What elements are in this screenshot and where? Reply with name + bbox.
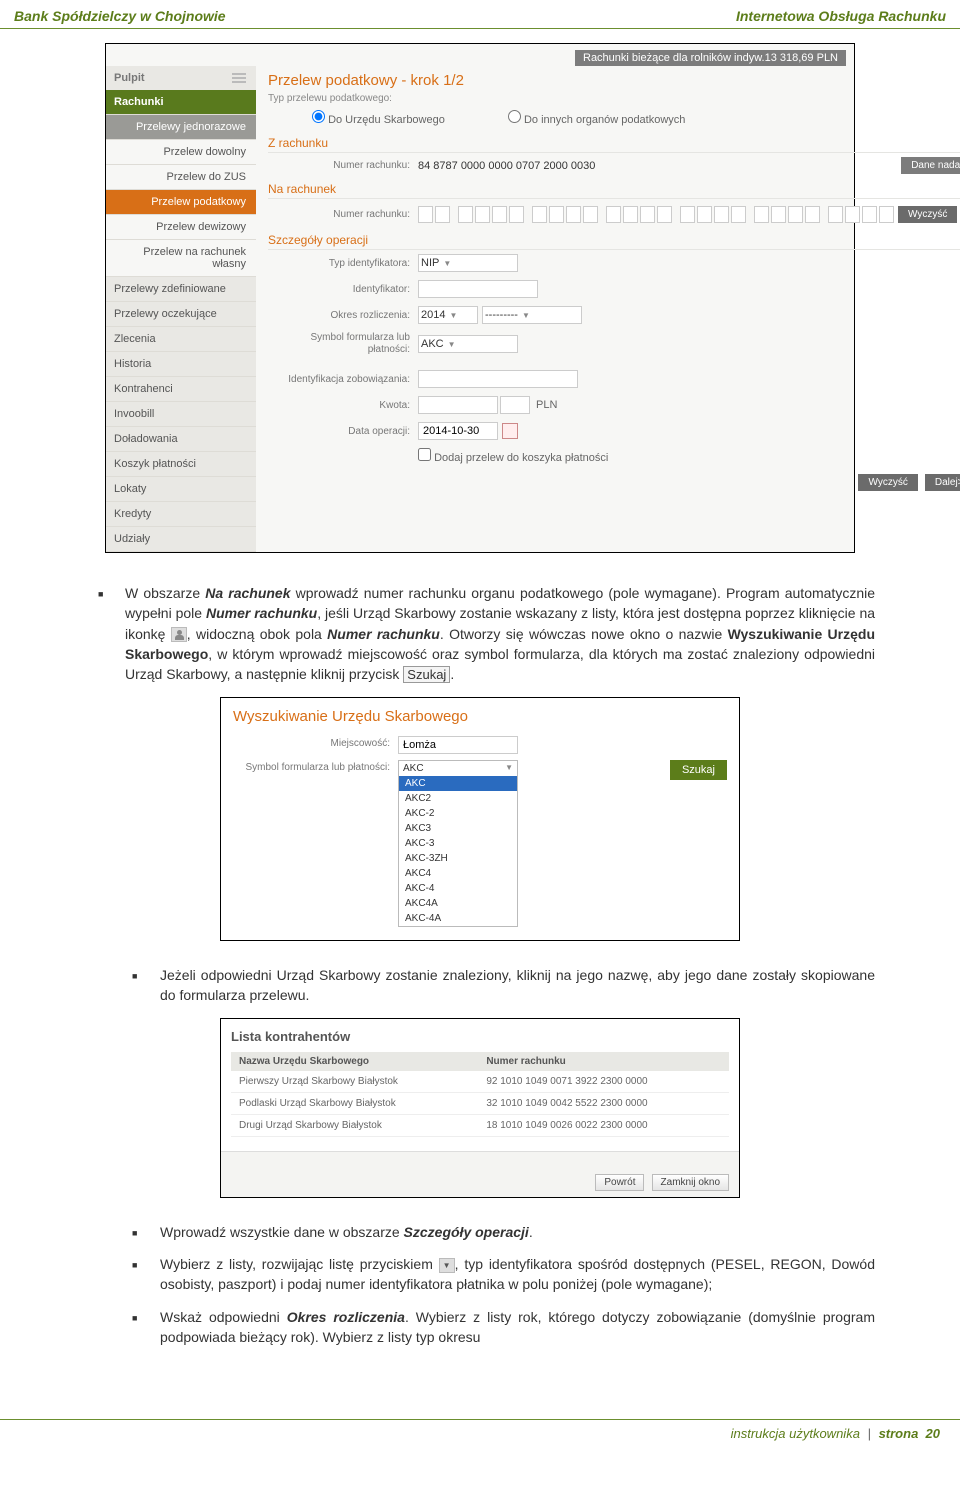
form-title: Przelew podatkowy - krok 1/2 xyxy=(268,72,960,89)
symbol-select[interactable]: AKC xyxy=(418,335,518,353)
numer-rachunku-value: 84 8787 0000 0000 0707 2000 0030 xyxy=(418,160,595,172)
powrot-button[interactable]: Powrót xyxy=(595,1174,644,1191)
instruction-paragraph-5: Wskaż odpowiedni Okres rozliczenia. Wybi… xyxy=(20,1307,940,1348)
header-right: Internetowa Obsługa Rachunku xyxy=(736,8,946,24)
okres-type-select[interactable]: --------- xyxy=(482,306,582,324)
dropdown-icon xyxy=(439,1258,455,1273)
sidebar-item-przelewy-jednorazowe[interactable]: Przelewy jednorazowe xyxy=(106,115,256,140)
typ-id-select[interactable]: NIP xyxy=(418,254,518,272)
person-icon xyxy=(171,627,187,642)
account-banner: Rachunki bieżące dla rolników indyw. 13 … xyxy=(575,50,846,66)
sidebar-pulpit[interactable]: Pulpit xyxy=(106,66,256,90)
dodaj-koszyk-checkbox[interactable]: Dodaj przelew do koszyka płatności xyxy=(418,448,608,464)
ss2-title: Wyszukiwanie Urzędu Skarbowego xyxy=(233,708,727,725)
z-rachunku-title: Z rachunku xyxy=(268,132,960,153)
numer-rachunku-label: Numer rachunku: xyxy=(268,160,418,171)
radio-inne-organy[interactable]: Do innych organów podatkowych xyxy=(508,114,686,126)
miejscowosc-input[interactable] xyxy=(398,736,518,754)
table-row[interactable]: Podlaski Urząd Skarbowy Białystok32 1010… xyxy=(231,1092,729,1114)
sidebar-item-przelew-zus[interactable]: Przelew do ZUS xyxy=(106,165,256,190)
instruction-paragraph-1: W obszarze Na rachunek wprowadź numer ra… xyxy=(20,583,940,685)
table-row[interactable]: Pierwszy Urząd Skarbowy Białystok92 1010… xyxy=(231,1071,729,1093)
wyczysc-form-button[interactable]: Wyczyść xyxy=(858,474,917,491)
kwota-input-2[interactable] xyxy=(500,396,530,414)
sidebar-item-koszyk[interactable]: Koszyk płatności xyxy=(106,452,256,477)
sidebar-item-przelew-dewizowy[interactable]: Przelew dewizowy xyxy=(106,215,256,240)
identyfikator-input[interactable] xyxy=(418,280,538,298)
screenshot-transfer-form: Rachunki bieżące dla rolników indyw. 13 … xyxy=(105,43,855,553)
sidebar-item-przelew-wlasny[interactable]: Przelew na rachunek własny xyxy=(106,240,256,277)
wyczysc-button[interactable]: Wyczyść xyxy=(898,206,957,223)
ss3-title: Lista kontrahentów xyxy=(231,1029,729,1052)
sidebar: Pulpit Rachunki Przelewy jednorazowe Prz… xyxy=(106,66,256,552)
calendar-icon[interactable] xyxy=(502,423,518,439)
page-footer: instrukcja użytkownika | strona 20 xyxy=(0,1419,960,1447)
sidebar-item-oczekujace[interactable]: Przelewy oczekujące xyxy=(106,302,256,327)
sidebar-item-zlecenia[interactable]: Zlecenia xyxy=(106,327,256,352)
na-rachunek-title: Na rachunek xyxy=(268,178,960,199)
sidebar-item-rachunki[interactable]: Rachunki xyxy=(106,90,256,115)
sidebar-item-przelew-dowolny[interactable]: Przelew dowolny xyxy=(106,140,256,165)
screenshot-contractor-list: Lista kontrahentów Nazwa Urzędu Skarbowe… xyxy=(220,1018,740,1198)
kwota-input[interactable] xyxy=(418,396,498,414)
dalej-button[interactable]: Dalej>> xyxy=(925,474,960,491)
typ-przelewu-label: Typ przelewu podatkowego: xyxy=(268,89,960,106)
symbol-dropdown[interactable]: AKC AKC AKC2 AKC-2 AKC3 AKC-3 AKC-3ZH AK… xyxy=(398,760,518,927)
data-input[interactable] xyxy=(418,422,498,440)
sidebar-item-kontrahenci[interactable]: Kontrahenci xyxy=(106,377,256,402)
sidebar-item-historia[interactable]: Historia xyxy=(106,352,256,377)
table-row[interactable]: Drugi Urząd Skarbowy Białystok18 1010 10… xyxy=(231,1114,729,1136)
zamknij-button[interactable]: Zamknij okno xyxy=(652,1174,729,1191)
radio-urzad-skarbowy[interactable]: Do Urzędu Skarbowego xyxy=(312,114,445,126)
account-input-boxes[interactable] xyxy=(418,206,894,223)
sidebar-item-kredyty[interactable]: Kredyty xyxy=(106,502,256,527)
page-header: Bank Spółdzielczy w Chojnowie Internetow… xyxy=(0,0,960,29)
header-left: Bank Spółdzielczy w Chojnowie xyxy=(14,8,226,24)
sidebar-item-zdefiniowane[interactable]: Przelewy zdefiniowane xyxy=(106,277,256,302)
instruction-paragraph-3: Wprowadź wszystkie dane w obszarze Szcze… xyxy=(20,1222,940,1242)
menu-icon xyxy=(232,73,246,83)
sidebar-item-przelew-podatkowy[interactable]: Przelew podatkowy xyxy=(106,190,256,215)
dane-nadawcy-button[interactable]: Dane nadawcy xyxy=(901,157,960,174)
ident-zob-input[interactable] xyxy=(418,370,578,388)
screenshot-search-office: Wyszukiwanie Urzędu Skarbowego Miejscowo… xyxy=(220,697,740,941)
okres-year-select[interactable]: 2014 xyxy=(418,306,478,324)
numer-rachunku-label-2: Numer rachunku: xyxy=(268,209,418,220)
sidebar-item-invoobill[interactable]: Invoobill xyxy=(106,402,256,427)
sidebar-item-udzialy[interactable]: Udziały xyxy=(106,527,256,552)
instruction-paragraph-4: Wybierz z listy, rozwijając listę przyci… xyxy=(20,1254,940,1295)
szukaj-button[interactable]: Szukaj xyxy=(670,760,727,780)
sidebar-item-doladowania[interactable]: Doładowania xyxy=(106,427,256,452)
sidebar-item-lokaty[interactable]: Lokaty xyxy=(106,477,256,502)
instruction-paragraph-2: Jeżeli odpowiedni Urząd Skarbowy zostani… xyxy=(20,965,940,1006)
szczegoly-title: Szczegóły operacji xyxy=(268,229,960,250)
contractor-table: Nazwa Urzędu Skarbowego Numer rachunku P… xyxy=(231,1052,729,1137)
